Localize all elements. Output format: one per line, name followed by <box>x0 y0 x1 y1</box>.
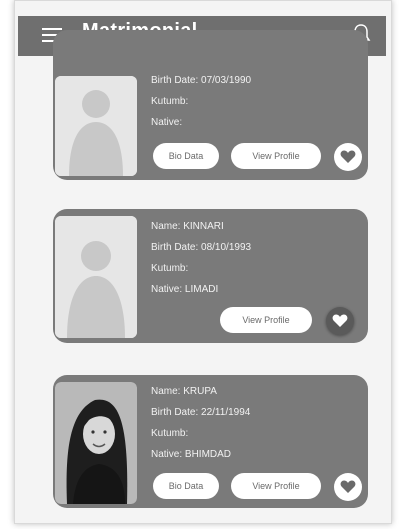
name-label: Name: <box>151 221 181 232</box>
view-profile-button[interactable]: View Profile <box>220 307 312 333</box>
birth-date-value: 22/11/1994 <box>201 407 251 418</box>
profile-portrait <box>55 382 137 504</box>
view-profile-button[interactable]: View Profile <box>231 143 321 169</box>
name-value: KRUPA <box>183 386 217 397</box>
native-row: Native: LIMADI <box>151 279 251 300</box>
name-row: Name: KINNARI <box>151 216 251 237</box>
heart-icon <box>340 480 356 493</box>
birth-date-value: 07/03/1990 <box>201 75 252 86</box>
profile-photo <box>55 216 137 338</box>
birth-date-row: Birth Date: 08/10/1993 <box>151 237 251 258</box>
person-silhouette-icon <box>55 76 137 176</box>
kutumb-row: Kutumb: <box>151 423 250 444</box>
kutumb-label: Kutumb: <box>151 96 189 107</box>
kutumb-row: Kutumb: <box>151 258 251 279</box>
bio-data-button[interactable]: Bio Data <box>153 473 219 499</box>
native-row: Native: BHIMDAD <box>151 444 250 465</box>
native-label: Native: <box>151 284 183 295</box>
birth-date-value: 08/10/1993 <box>201 242 252 253</box>
profile-card: Name: KINNARI Birth Date: 08/10/1993 Kut… <box>53 209 368 343</box>
heart-icon <box>332 314 348 327</box>
favorite-button[interactable] <box>334 143 362 171</box>
native-value: LIMADI <box>184 284 219 295</box>
bio-data-button[interactable]: Bio Data <box>153 143 219 169</box>
native-label: Native: <box>151 449 183 460</box>
profile-photo <box>55 382 137 504</box>
native-row: Native: <box>151 112 251 133</box>
profile-details: Birth Date: 07/03/1990 Kutumb: Native: <box>151 70 251 133</box>
kutumb-label: Kutumb: <box>151 263 189 274</box>
kutumb-row: Kutumb: <box>151 91 251 112</box>
favorite-button[interactable] <box>326 307 354 335</box>
native-value: BHIMDAD <box>184 449 232 460</box>
name-label: Name: <box>151 386 181 397</box>
name-value: KINNARI <box>183 221 224 232</box>
native-label: Native: <box>151 117 183 128</box>
birth-date-row: Birth Date: 07/03/1990 <box>151 70 251 91</box>
name-row: Name: KRUPA <box>151 381 250 402</box>
profile-card: Name: KRUPA Birth Date: 22/11/1994 Kutum… <box>53 375 368 508</box>
profile-card: Birth Date: 07/03/1990 Kutumb: Native: B… <box>53 30 368 180</box>
profile-details: Name: KINNARI Birth Date: 08/10/1993 Kut… <box>151 216 251 300</box>
favorite-button[interactable] <box>334 473 362 501</box>
birth-date-label: Birth Date: <box>151 407 199 418</box>
profile-details: Name: KRUPA Birth Date: 22/11/1994 Kutum… <box>151 381 250 465</box>
birth-date-row: Birth Date: 22/11/1994 <box>151 402 250 423</box>
profile-photo <box>55 76 137 176</box>
kutumb-label: Kutumb: <box>151 428 189 439</box>
birth-date-label: Birth Date: <box>151 242 199 253</box>
birth-date-label: Birth Date: <box>151 75 199 86</box>
person-silhouette-icon <box>55 216 137 338</box>
view-profile-button[interactable]: View Profile <box>231 473 321 499</box>
heart-icon <box>340 150 356 163</box>
